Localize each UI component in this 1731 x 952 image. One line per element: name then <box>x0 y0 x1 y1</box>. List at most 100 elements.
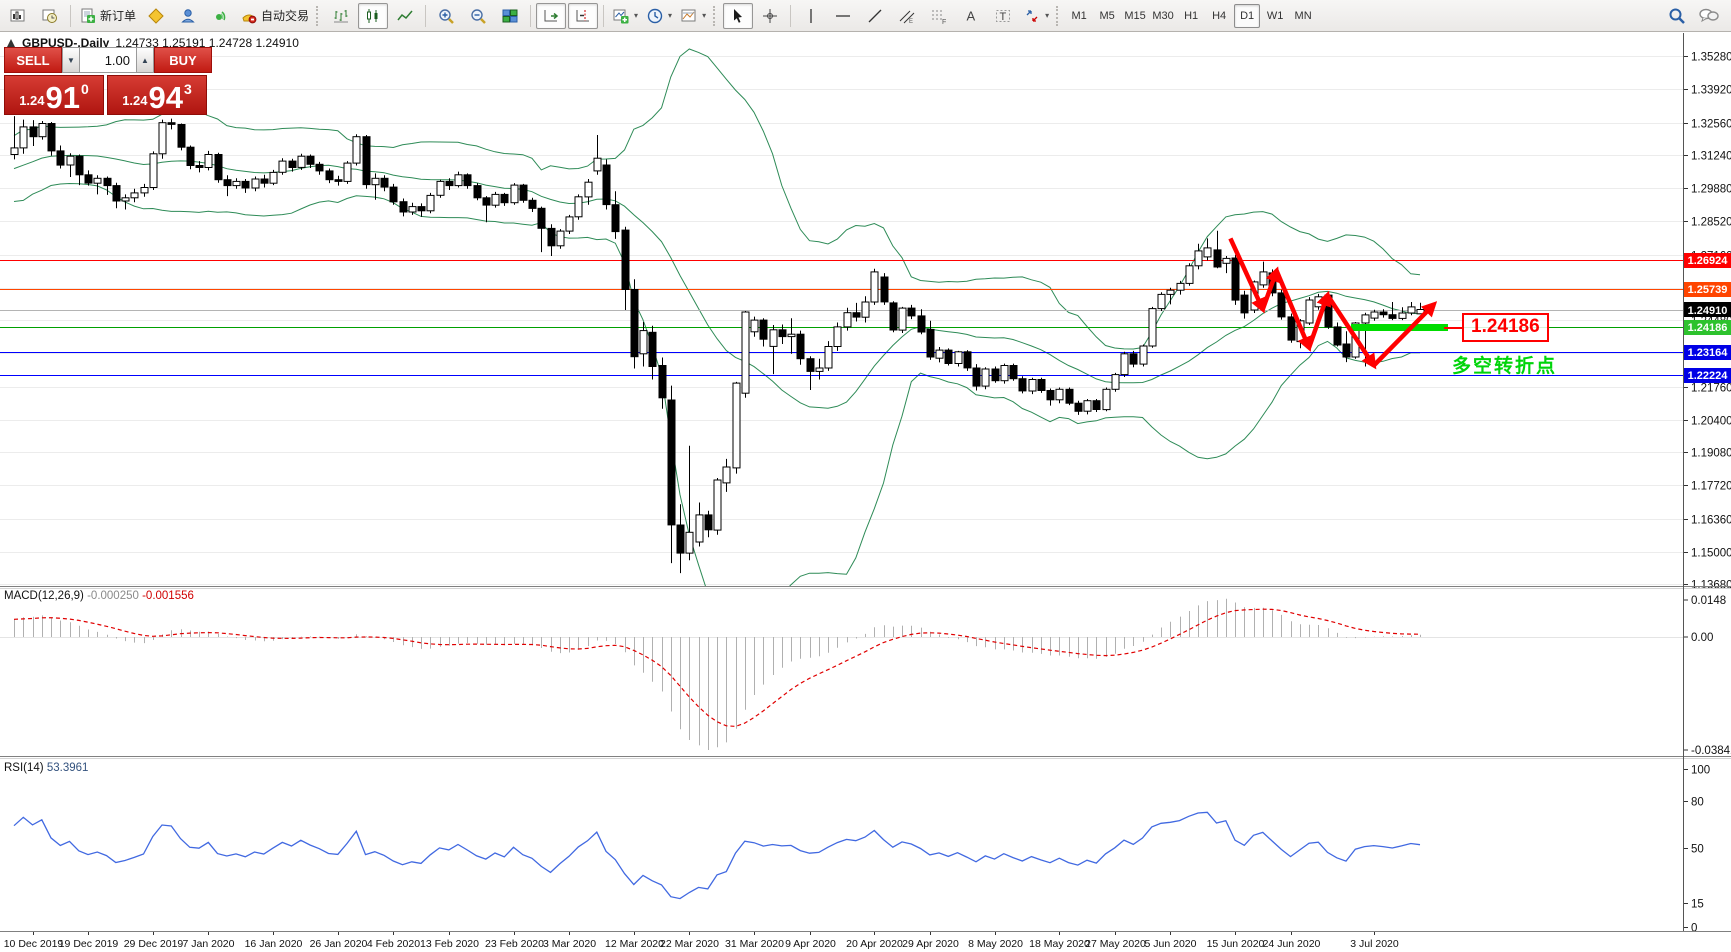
timeframe-mn[interactable]: MN <box>1290 4 1316 28</box>
chart-canvas[interactable]: 1.35280 1.33920 1.32560 1.31240 1.29880 1.285… <box>0 0 1731 952</box>
candle <box>917 315 926 333</box>
metaeditor-button[interactable] <box>141 3 171 29</box>
macd-axis-label: 0.0148 <box>1691 595 1726 607</box>
price-tick-label: 1.31240 <box>1691 151 1731 163</box>
expert-advisors-button[interactable] <box>173 3 203 29</box>
zoom-in-button[interactable] <box>431 3 461 29</box>
candle <box>741 311 750 394</box>
sell-button[interactable]: SELL <box>4 47 62 73</box>
date-tick-label: 15 Jun 2020 <box>1207 938 1265 950</box>
text-button[interactable]: A <box>956 3 986 29</box>
fibonacci-button[interactable]: F <box>924 3 954 29</box>
price-tick-label: 1.15000 <box>1691 548 1731 560</box>
candle <box>667 399 676 526</box>
tile-windows-button[interactable] <box>495 3 525 29</box>
volume-down-button[interactable]: ▼ <box>62 47 80 73</box>
candle <box>10 147 19 155</box>
new-order-button[interactable]: 新订单 <box>76 3 139 29</box>
timeframe-m1[interactable]: M1 <box>1066 4 1092 28</box>
timeframe-m5[interactable]: M5 <box>1094 4 1120 28</box>
candle <box>241 180 250 189</box>
candle <box>519 184 528 201</box>
timeframe-h1[interactable]: H1 <box>1178 4 1204 28</box>
candle <box>732 382 741 469</box>
auto-scroll-button[interactable] <box>536 2 567 29</box>
timeframe-d1[interactable]: D1 <box>1234 3 1261 28</box>
candlestick-chart-button[interactable] <box>358 2 389 29</box>
candle <box>47 123 56 152</box>
vertical-line-button[interactable] <box>796 3 826 29</box>
toolbar-grip[interactable] <box>316 5 322 26</box>
date-tick-label: 27 May 2020 <box>1085 938 1146 950</box>
templates-button[interactable]: ▾ <box>677 3 709 29</box>
timeframe-w1[interactable]: W1 <box>1262 4 1288 28</box>
chat-button[interactable] <box>1694 3 1724 29</box>
candle <box>66 155 75 166</box>
date-tick-label: 19 Dec 2019 <box>59 938 119 950</box>
candle <box>56 150 65 166</box>
candle <box>278 160 287 173</box>
candle <box>806 358 815 372</box>
sell-price-tile[interactable]: 1.24 91 0 <box>4 75 104 115</box>
line-chart-button[interactable] <box>390 3 420 29</box>
buy-price-tile[interactable]: 1.24 94 3 <box>107 75 207 115</box>
candle <box>1120 353 1129 376</box>
date-tick-label: 23 Feb 2020 <box>485 938 544 950</box>
candle <box>315 163 324 172</box>
price-tag-label: 1.24910 <box>1688 305 1728 317</box>
toolbar-grip[interactable] <box>713 5 719 26</box>
autotrading-button[interactable]: 自动交易 <box>237 3 312 29</box>
trade-panel-prices: 1.24 91 0 1.24 94 3 <box>4 75 212 115</box>
search-button[interactable] <box>1662 3 1692 29</box>
candle <box>260 178 269 184</box>
candle <box>1092 400 1101 411</box>
candle <box>1259 271 1268 286</box>
chart-shift-button[interactable] <box>568 2 599 29</box>
zoom-out-button[interactable] <box>463 3 493 29</box>
candle <box>510 184 519 204</box>
date-tick-label: 3 Mar 2020 <box>543 938 596 950</box>
one-click-trading-panel: SELL ▼ 1.00 ▲ BUY 1.24 91 0 1.24 94 3 <box>4 47 212 115</box>
sell-price-big: 91 <box>45 80 80 115</box>
candle <box>491 193 500 206</box>
arrows-button[interactable]: ▾ <box>1020 3 1052 29</box>
channel-button[interactable]: E <box>892 3 922 29</box>
cursor-button[interactable] <box>723 2 754 29</box>
candle <box>436 180 445 196</box>
timeframe-m15[interactable]: M15 <box>1122 4 1148 28</box>
support-zone-bar[interactable] <box>1351 324 1448 331</box>
timeframe-m30[interactable]: M30 <box>1150 4 1176 28</box>
price-callout-box[interactable]: 1.24186 <box>1462 313 1549 342</box>
horizontal-line-button[interactable] <box>828 3 858 29</box>
axes[interactable]: 1.35280 1.33920 1.32560 1.31240 1.29880 1.285… <box>4 52 1731 951</box>
bar-chart-button[interactable] <box>326 3 356 29</box>
date-tick-label: 29 Dec 2019 <box>124 938 184 950</box>
svg-text:T: T <box>1000 11 1007 23</box>
chart-shift-icon <box>576 9 590 21</box>
trendline-button[interactable] <box>860 3 890 29</box>
candle <box>972 367 981 387</box>
volume-input[interactable]: 1.00 <box>80 47 136 73</box>
signals-button[interactable] <box>205 3 235 29</box>
crosshair-button[interactable] <box>755 3 785 29</box>
candle <box>288 160 297 169</box>
toolbar-grip[interactable] <box>1056 5 1062 26</box>
candle <box>1231 257 1240 301</box>
volume-up-button[interactable]: ▲ <box>136 47 154 73</box>
new-chart-button[interactable] <box>3 3 33 29</box>
pivot-annotation-text[interactable]: 多空转折点 <box>1452 351 1557 378</box>
rsi-line <box>13 811 1421 900</box>
rsi-axis-label: 100 <box>1691 765 1710 777</box>
timeframe-h4[interactable]: H4 <box>1206 4 1232 28</box>
candle <box>796 333 805 360</box>
candle <box>130 192 139 199</box>
indicators-button[interactable]: ▾ <box>609 3 641 29</box>
periods-button[interactable]: ▾ <box>643 3 675 29</box>
candle <box>713 479 722 531</box>
candle <box>1157 293 1166 310</box>
text-label-button[interactable]: T <box>988 3 1018 29</box>
profiles-button[interactable] <box>35 3 65 29</box>
buy-button[interactable]: BUY <box>154 47 212 73</box>
toolbar-separator <box>603 4 605 27</box>
macd-name: MACD(12,26,9) <box>4 590 84 602</box>
